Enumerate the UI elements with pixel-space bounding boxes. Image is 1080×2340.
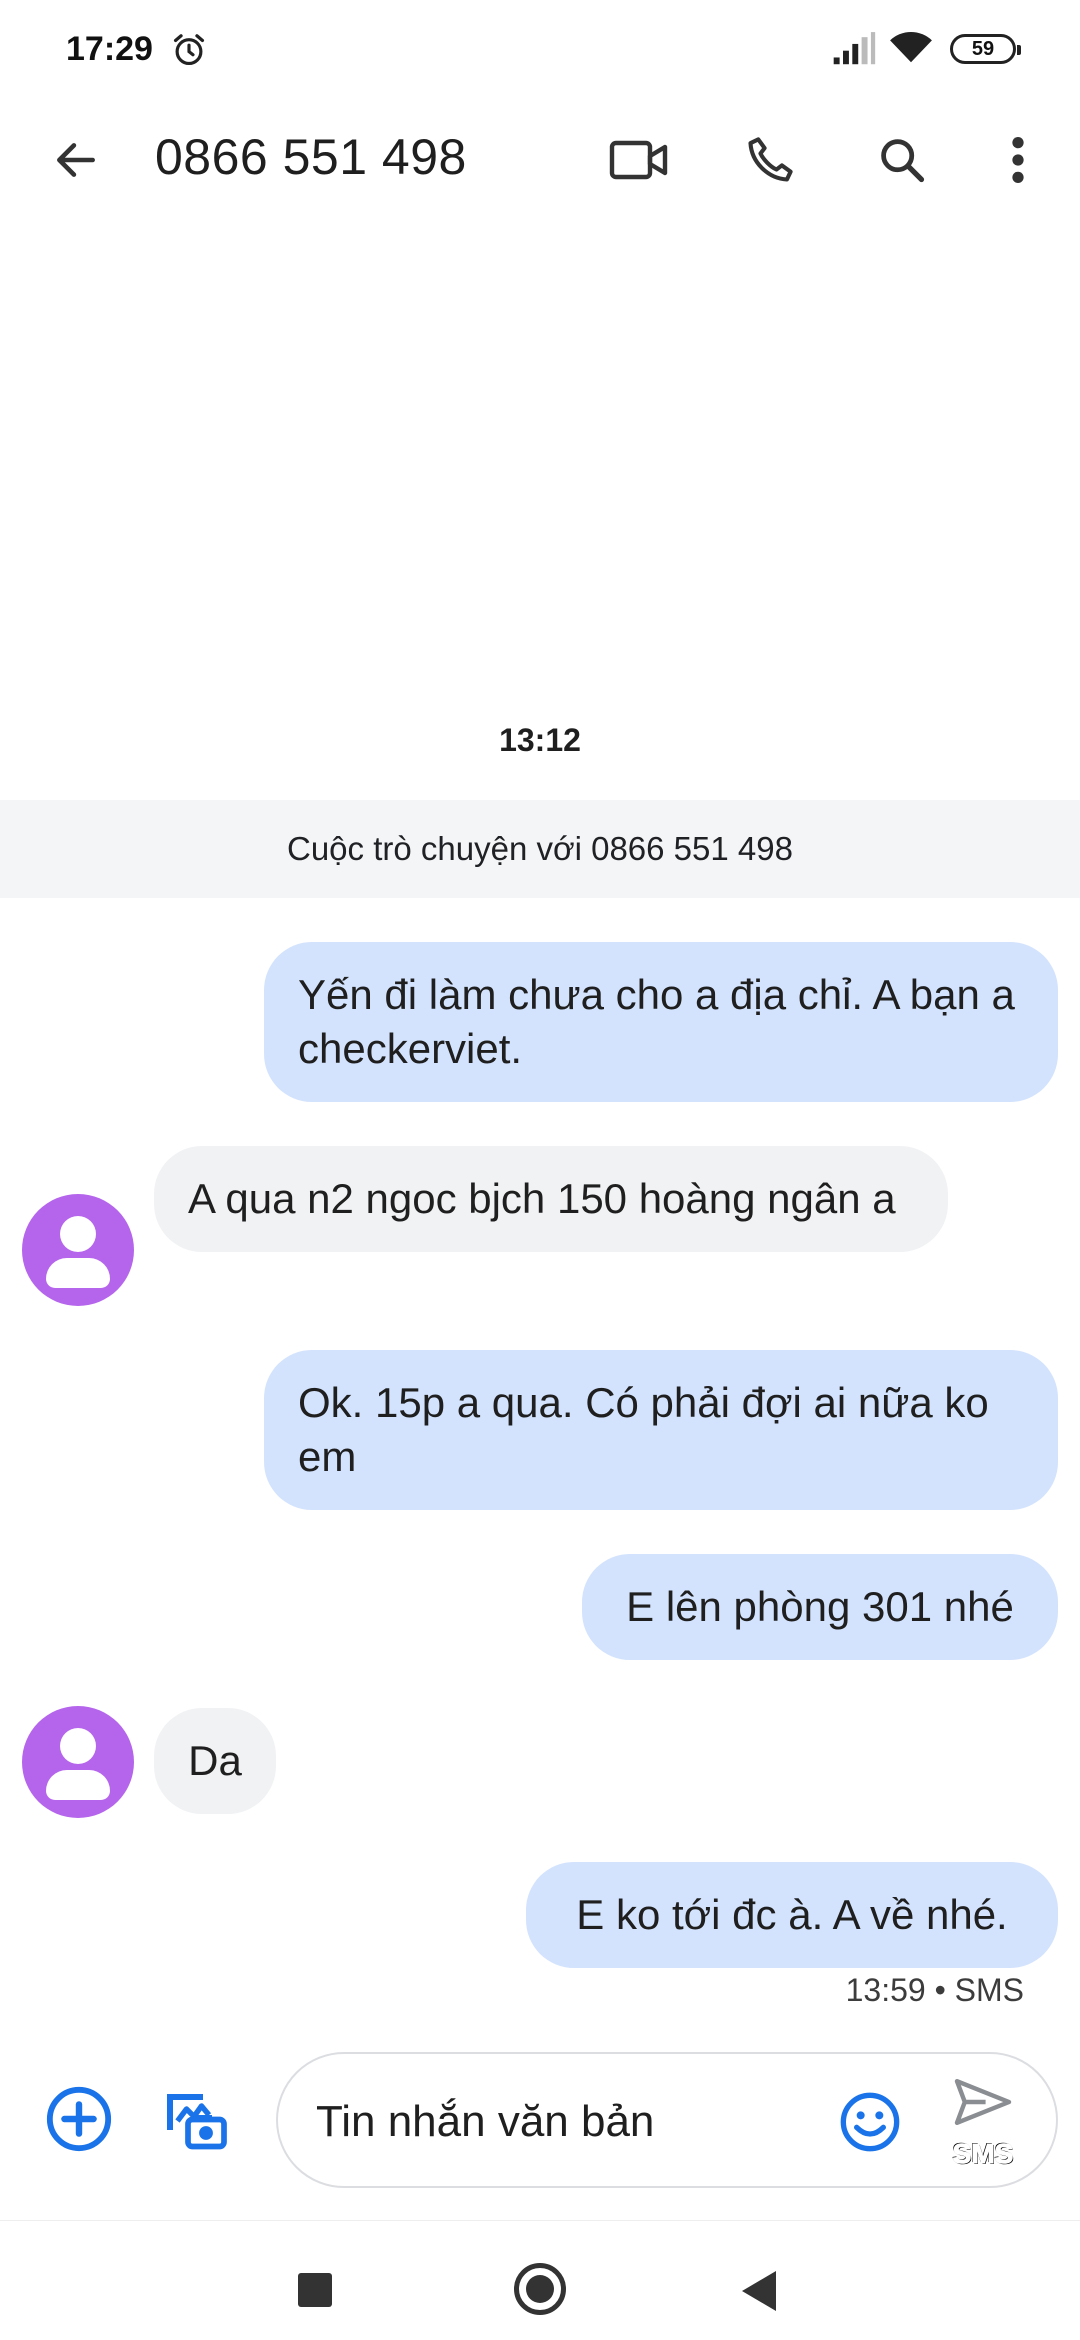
- more-options-button[interactable]: [990, 128, 1046, 192]
- back-arrow-icon: [57, 143, 95, 177]
- compose-field[interactable]: SMS: [276, 2052, 1058, 2188]
- contact-title[interactable]: 0866 551 498: [155, 128, 467, 186]
- home-icon[interactable]: [514, 2263, 566, 2315]
- alarm-icon: [173, 34, 205, 66]
- add-circle-icon[interactable]: [44, 2084, 114, 2154]
- message-bubble-outgoing[interactable]: Ok. 15p a qua. Có phải đợi ai nữa ko em: [264, 1350, 1058, 1510]
- phone-icon: [748, 137, 793, 182]
- message-bubble-outgoing[interactable]: E lên phòng 301 nhé: [582, 1554, 1058, 1660]
- back-button[interactable]: [44, 128, 108, 192]
- emoji-icon[interactable]: [838, 2090, 902, 2154]
- avatar[interactable]: [22, 1194, 134, 1306]
- more-vert-icon: [1012, 137, 1024, 183]
- message-bubble-outgoing[interactable]: Yến đi làm chưa cho a địa chỉ. A bạn a c…: [264, 942, 1058, 1102]
- message-bubble-incoming[interactable]: A qua n2 ngoc bjch 150 hoàng ngân a: [154, 1146, 948, 1252]
- video-call-button[interactable]: [604, 128, 674, 192]
- battery-icon: 59: [950, 34, 1021, 64]
- send-label: SMS: [952, 2138, 1014, 2170]
- status-bar: 17:29 59: [0, 0, 1080, 100]
- search-button[interactable]: [870, 128, 934, 192]
- nav-back-icon[interactable]: [742, 2271, 776, 2311]
- message-meta: 13:59 • SMS: [845, 1972, 1024, 2008]
- send-button[interactable]: SMS: [938, 2076, 1028, 2172]
- conversation-banner: Cuộc trò chuyện với 0866 551 498: [0, 800, 1080, 898]
- message-input[interactable]: [316, 2092, 796, 2152]
- message-bubble-outgoing[interactable]: E ko tới đc à. A về nhé.: [526, 1862, 1058, 1968]
- recents-icon[interactable]: [298, 2273, 332, 2307]
- system-nav-bar: [0, 2220, 1080, 2340]
- send-icon: [954, 2078, 1012, 2126]
- wifi-icon: [890, 32, 932, 63]
- call-button[interactable]: [738, 128, 802, 192]
- message-bubble-incoming[interactable]: Da: [154, 1708, 276, 1814]
- app-bar: 0866 551 498: [0, 100, 1080, 220]
- signal-icon: [833, 32, 876, 65]
- date-stamp: 13:12: [499, 722, 581, 758]
- video-call-icon: [609, 140, 668, 180]
- avatar[interactable]: [22, 1706, 134, 1818]
- compose-bar: SMS: [0, 2040, 1080, 2220]
- battery-level: 59: [971, 37, 995, 60]
- search-icon: [881, 139, 925, 183]
- status-time: 17:29: [66, 30, 153, 68]
- gallery-icon[interactable]: [158, 2082, 230, 2154]
